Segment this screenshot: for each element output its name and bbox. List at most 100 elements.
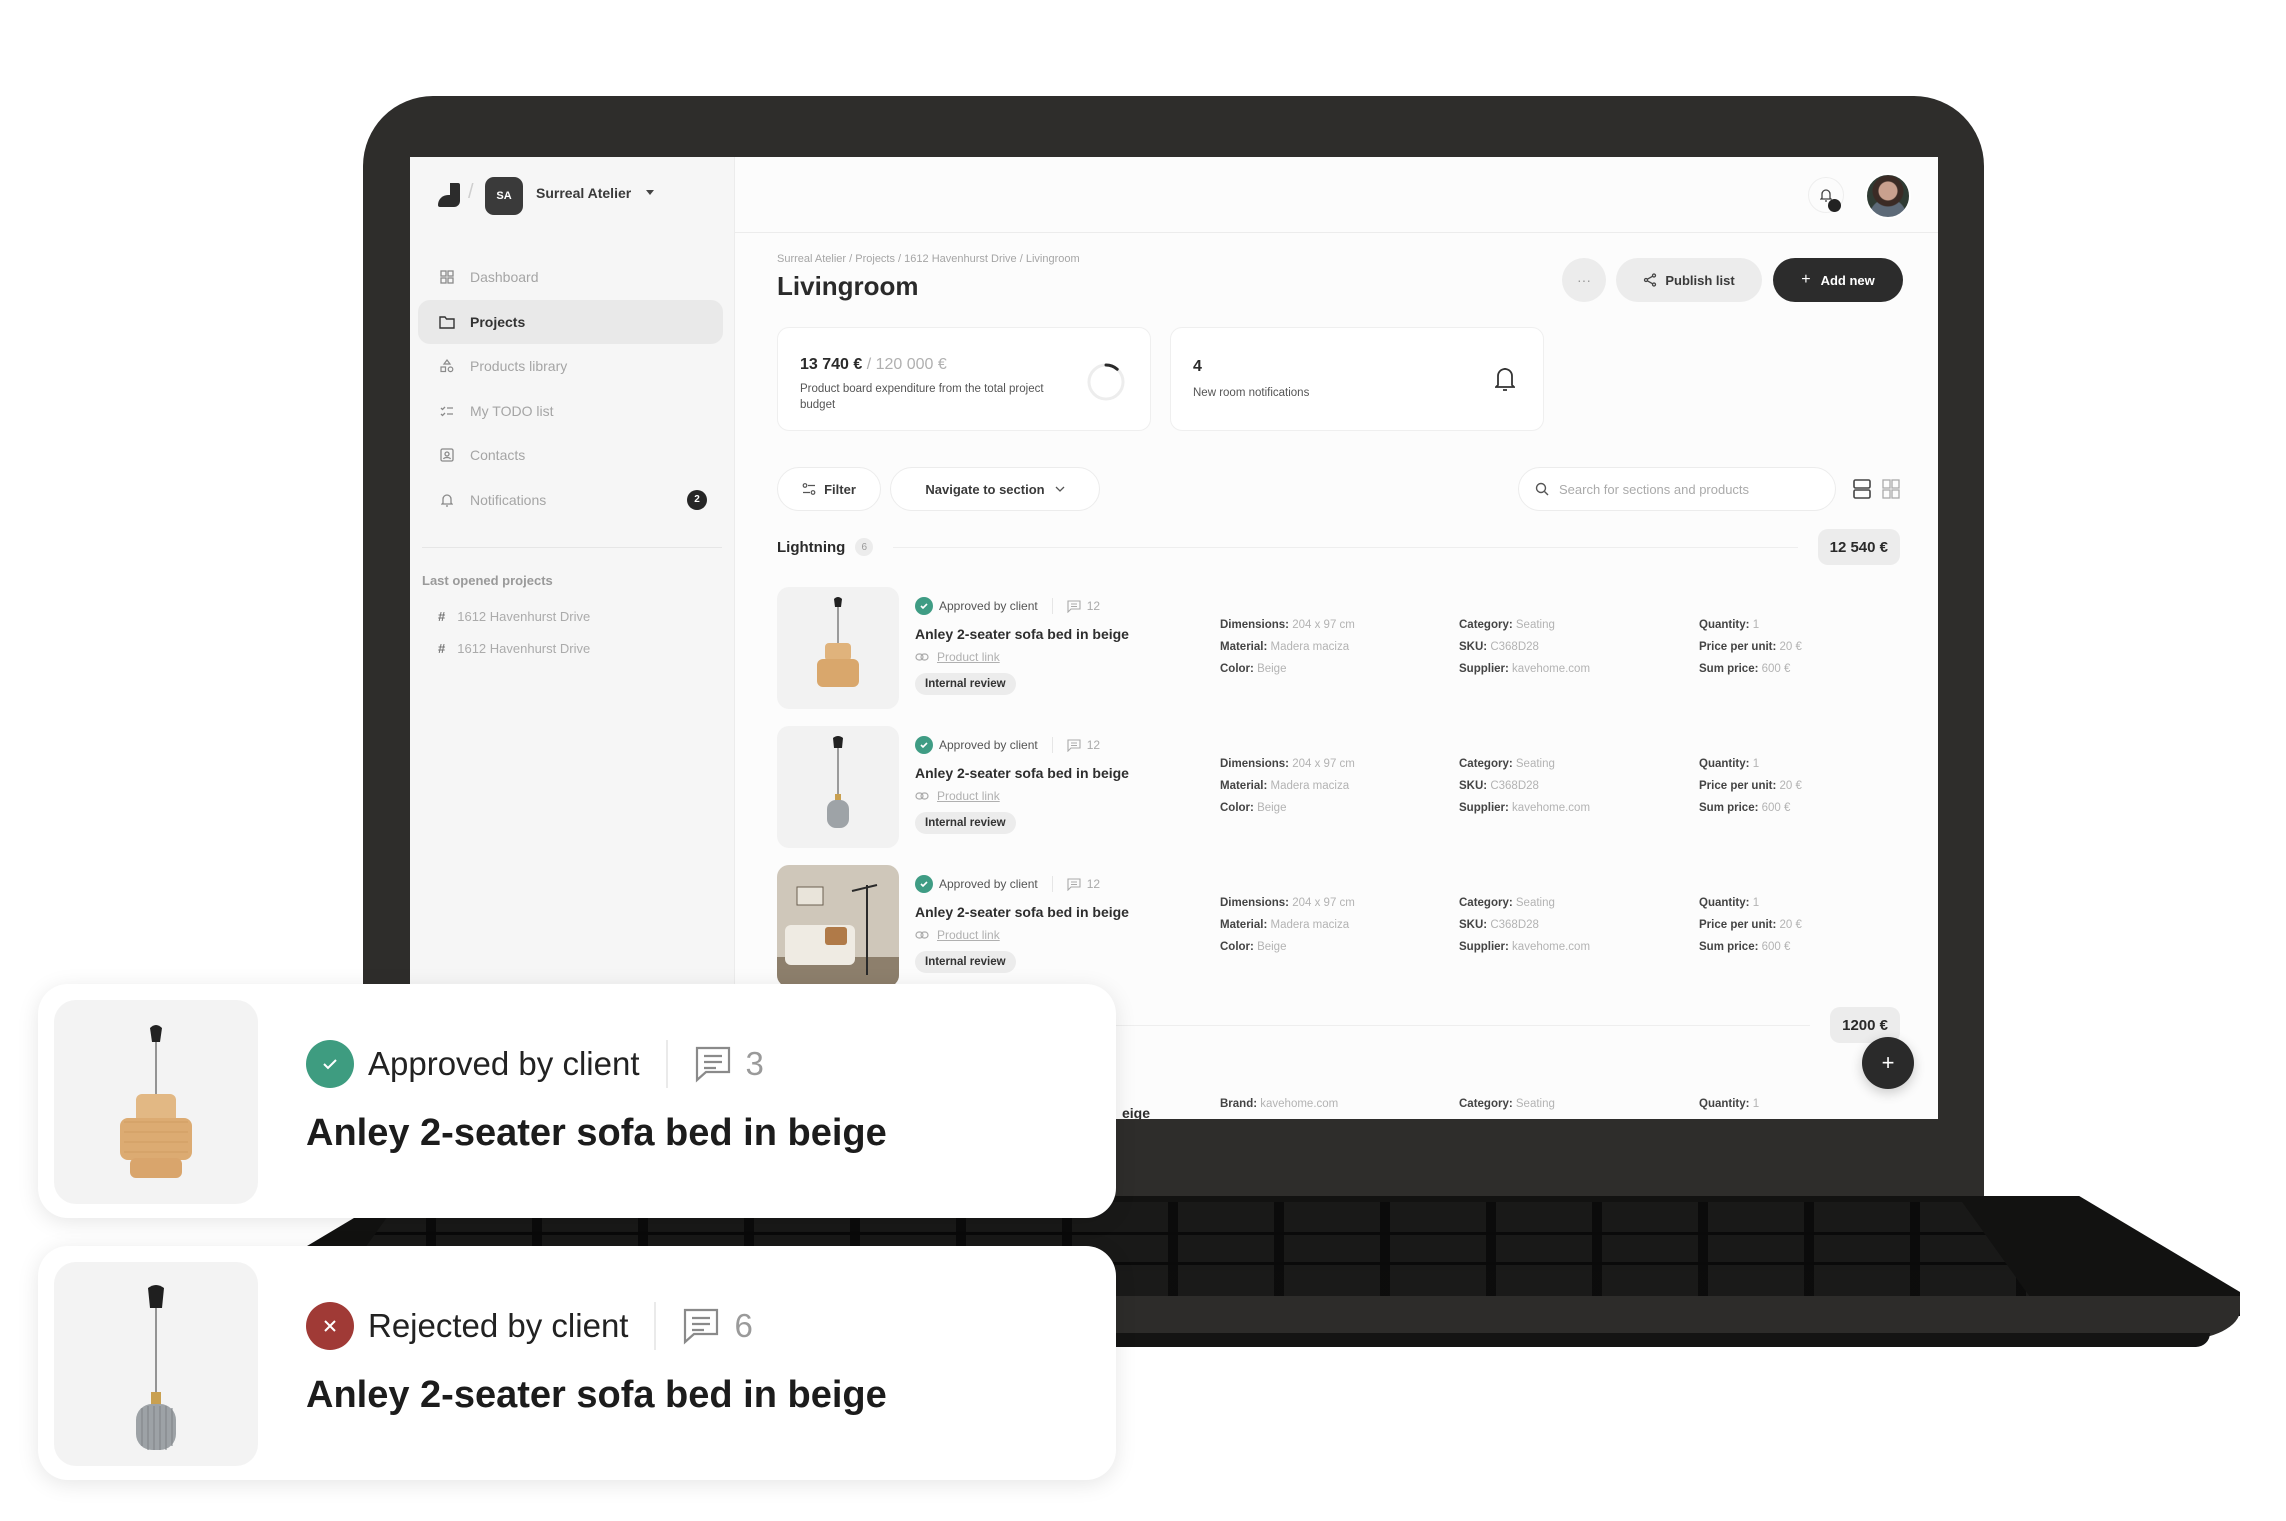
glass-pendant-lamp-image — [136, 1285, 176, 1450]
sidebar-item-label: My TODO list — [470, 402, 554, 419]
publish-list-button[interactable]: Publish list — [1616, 258, 1762, 302]
product-status-card[interactable]: Rejected by client 6 Anley 2-seater sofa… — [38, 1246, 1116, 1480]
list-view-icon[interactable] — [1853, 479, 1871, 499]
sidebar-item-label: Products library — [470, 358, 568, 374]
navigate-to-section-dropdown[interactable]: Navigate to section — [890, 467, 1100, 511]
sidebar-item-todo[interactable]: My TODO list — [418, 389, 723, 433]
sidebar-item-label: Contacts — [470, 447, 526, 463]
spec-row: Color: Beige — [1220, 941, 1287, 953]
product-row[interactable]: Approved by client 12 Anley 2-seater sof… — [777, 726, 1887, 850]
org-avatar[interactable]: SA — [485, 177, 523, 215]
link-icon — [915, 653, 929, 661]
spec-column: Brand: kavehome.com Dimensions: 204 x 97… — [1220, 1098, 1339, 1110]
floating-add-button[interactable]: + — [1862, 1037, 1914, 1089]
section-header-lightning[interactable]: Lightning 6 12 540 € — [777, 527, 1900, 567]
product-link[interactable]: Product link — [915, 928, 1000, 942]
status-separator — [1051, 737, 1053, 753]
spec-column: Quantity: 1 Price per unit: 20 € Sum price… — [1699, 614, 1802, 680]
product-link-label: Product link — [937, 789, 1000, 803]
spec-row: Category: Seating — [1459, 758, 1555, 770]
notification-count: 4 — [1193, 358, 1202, 375]
spec-row: Sum price: 600 € — [1699, 941, 1791, 953]
product-row[interactable]: Approved by client 12 Anley 2-seater sof… — [777, 865, 1887, 989]
approved-check-icon — [915, 597, 933, 615]
sidebar-item-products-library[interactable]: Products library — [418, 344, 723, 388]
spec-row: Quantity: 1 — [1699, 897, 1760, 909]
breadcrumb: Surreal Atelier / Projects / 1612 Havenh… — [777, 253, 1080, 265]
spec-column: Category: Seating SKU: C368D28 Supplier: k… — [1459, 892, 1590, 958]
comments-count[interactable]: 12 — [1067, 738, 1100, 752]
comments-count[interactable]: 6 — [682, 1307, 753, 1345]
status-separator — [1051, 598, 1053, 614]
filter-button[interactable]: Filter — [777, 467, 881, 511]
product-row[interactable]: Approved by client 12 Anley 2-seater sof… — [777, 587, 1887, 711]
recent-project-item[interactable]: #1612 Havenhurst Drive — [438, 609, 590, 624]
product-image — [777, 865, 899, 987]
approved-check-icon — [915, 736, 933, 754]
user-avatar[interactable] — [1865, 173, 1911, 219]
status-label: Approved by client — [368, 1045, 640, 1082]
comments-count-value: 12 — [1086, 877, 1101, 891]
spec-row: SKU: C368D28 — [1459, 780, 1539, 792]
product-image — [54, 1262, 258, 1466]
sidebar-item-dashboard[interactable]: Dashboard — [418, 255, 723, 299]
product-image — [54, 1000, 258, 1204]
status-label: Approved by client — [939, 599, 1038, 613]
recent-projects-heading: Last opened projects — [422, 573, 553, 588]
product-status-card[interactable]: Approved by client 3 Anley 2-seater sofa… — [38, 984, 1116, 1218]
bamboo-pendant-lamp-image — [120, 1025, 192, 1178]
rejected-x-icon — [306, 1302, 354, 1350]
more-options-button[interactable]: ··· — [1562, 258, 1606, 302]
spec-column: Dimensions: 204 x 97 cm Material: Madera … — [1220, 892, 1355, 958]
comments-count[interactable]: 12 — [1067, 877, 1100, 891]
comments-count[interactable]: 12 — [1067, 599, 1100, 613]
filter-icon — [802, 483, 816, 495]
spec-row: Quantity: 1 — [1699, 619, 1760, 631]
spec-row: Price per unit: 20 € — [1699, 919, 1802, 931]
sidebar-item-projects[interactable]: Projects — [418, 299, 723, 344]
review-tag[interactable]: Internal review — [915, 812, 1016, 834]
product-name: Anley 2-seater sofa bed in beige — [306, 1112, 887, 1154]
search-field[interactable] — [1518, 467, 1836, 511]
review-tag[interactable]: Internal review — [915, 951, 1016, 973]
product-name: eige — [1122, 1105, 1151, 1119]
add-new-button[interactable]: + Add new — [1773, 258, 1903, 302]
topbar-divider — [735, 232, 1938, 233]
review-tag[interactable]: Internal review — [915, 673, 1016, 695]
spec-column: Quantity: 1 Price per unit: 20 € Sum price… — [1699, 753, 1802, 819]
product-name: Anley 2-seater sofa bed in beige — [915, 765, 1129, 781]
sidebar-item-contacts[interactable]: Contacts — [418, 433, 723, 477]
comment-icon — [695, 1046, 730, 1083]
shapes-icon — [438, 357, 456, 375]
comments-count-value: 6 — [734, 1307, 753, 1344]
notification-count-badge: 2 — [687, 489, 707, 510]
spec-column: Quantity: 1 Price per unit: 20 € — [1699, 1098, 1760, 1110]
sidebar-nav: Dashboard Projects Products library My T… — [418, 255, 723, 522]
product-name: Anley 2-seater sofa bed in beige — [306, 1374, 887, 1416]
product-name: Anley 2-seater sofa bed in beige — [915, 904, 1129, 920]
grid-view-icon[interactable] — [1882, 479, 1900, 499]
filter-label: Filter — [824, 481, 856, 497]
comment-icon — [1067, 738, 1081, 752]
spec-row: Supplier: kavehome.com — [1459, 941, 1591, 953]
unread-dot — [1828, 199, 1841, 212]
budget-amount: 13 740 € / 120 000 € — [800, 356, 947, 374]
sidebar-item-notifications[interactable]: Notifications 2 — [418, 478, 723, 522]
product-link[interactable]: Product link — [915, 650, 1000, 664]
product-link-label: Product link — [937, 650, 1000, 664]
product-image — [777, 726, 899, 848]
room-notifications-card[interactable]: 4 New room notifications — [1170, 327, 1544, 431]
caret-down-icon[interactable] — [646, 190, 654, 195]
org-switcher[interactable]: Surreal Atelier — [536, 185, 631, 201]
product-link[interactable]: Product link — [915, 789, 1000, 803]
hash-icon: # — [438, 609, 446, 624]
app-logo-icon[interactable] — [438, 183, 460, 207]
app-screen: / SA Surreal Atelier Dashboard Projects — [410, 157, 1938, 1119]
product-link-label: Product link — [937, 928, 1000, 942]
dashboard-grid-icon — [438, 268, 456, 286]
approval-status: Approved by client 12 — [915, 736, 1100, 754]
comments-count[interactable]: 3 — [694, 1045, 764, 1083]
spec-row: Dimensions: 204 x 97 cm — [1220, 758, 1355, 770]
search-input[interactable] — [1559, 481, 1819, 497]
recent-project-item[interactable]: #1612 Havenhurst Drive — [438, 641, 590, 656]
